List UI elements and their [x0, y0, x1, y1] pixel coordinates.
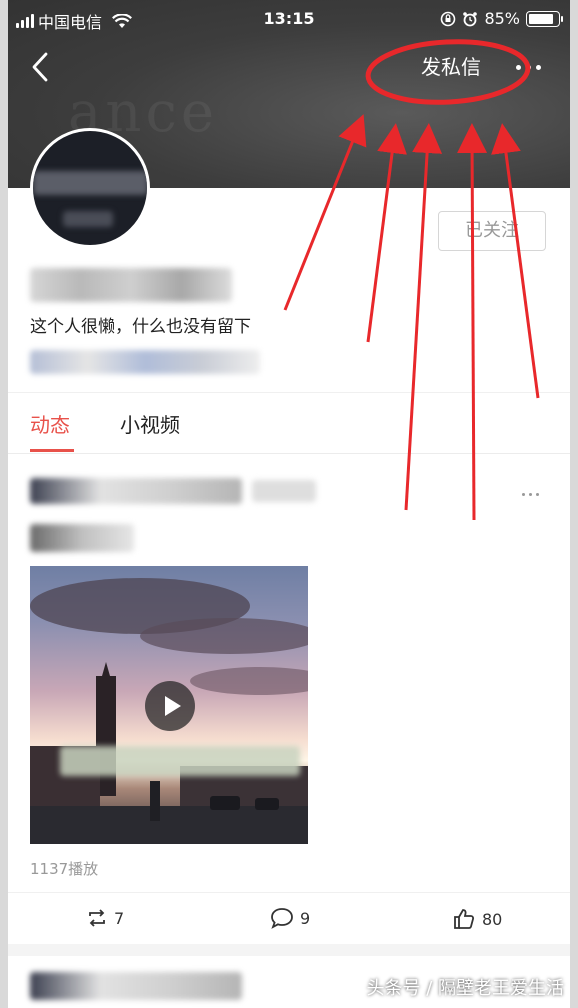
username-redacted: [30, 268, 232, 302]
section-divider: [8, 944, 570, 956]
repost-icon: [89, 909, 105, 927]
repost-button[interactable]: 7: [86, 907, 124, 929]
post-more-button[interactable]: [522, 484, 552, 504]
battery-percent: 85%: [484, 9, 520, 28]
avatar-blurred-mark: [33, 171, 147, 195]
source-watermark: 头条号 / 隔壁老王爱生活: [366, 978, 564, 999]
thumbs-up-icon: [454, 909, 475, 929]
comment-count: 9: [300, 908, 311, 928]
content-tabs: 动态 小视频: [8, 392, 570, 454]
post-author-redacted: [30, 478, 242, 504]
follow-status-button[interactable]: 已关注: [438, 211, 546, 251]
repost-count: 7: [114, 908, 125, 928]
active-tab-indicator: [30, 449, 74, 452]
like-count: 80: [482, 909, 503, 929]
avatar[interactable]: [30, 128, 150, 248]
post-time-redacted: [252, 480, 316, 502]
tab-dynamic[interactable]: 动态: [30, 409, 70, 438]
play-count: 1137播放: [30, 860, 99, 878]
send-message-button[interactable]: 发私信: [406, 50, 496, 84]
profile-bio: 这个人很懒，什么也没有留下: [30, 317, 251, 337]
post-action-bar: 7 9 80: [8, 892, 570, 944]
video-thumbnail[interactable]: [30, 566, 308, 844]
battery-level: [529, 13, 553, 24]
more-dots-icon: [515, 64, 541, 70]
status-bar: 中国电信 13:15 85%: [8, 0, 570, 40]
like-button[interactable]: 80: [452, 907, 502, 931]
play-icon[interactable]: [145, 681, 195, 731]
alarm-icon: [463, 11, 478, 26]
phone-screen: ance 中国电信 13:15 85% 发私信 已关注 这个人很懒，什么也没有留…: [8, 0, 570, 1008]
battery-icon: [526, 10, 563, 27]
stats-redacted: [30, 350, 260, 374]
more-options-button[interactable]: [508, 52, 548, 82]
back-button[interactable]: [26, 50, 56, 84]
avatar-blurred-mark-2: [63, 211, 113, 227]
comment-button[interactable]: 9: [270, 907, 310, 929]
comment-icon: [271, 908, 293, 929]
rotation-lock-icon: [441, 11, 456, 26]
chevron-left-icon: [32, 52, 48, 82]
tab-short-videos[interactable]: 小视频: [120, 409, 180, 438]
thumbnail-caption-redacted: [60, 746, 300, 776]
post-text-redacted: [30, 524, 134, 552]
next-post-author-redacted: [30, 972, 242, 1000]
status-right: 85%: [440, 9, 563, 28]
